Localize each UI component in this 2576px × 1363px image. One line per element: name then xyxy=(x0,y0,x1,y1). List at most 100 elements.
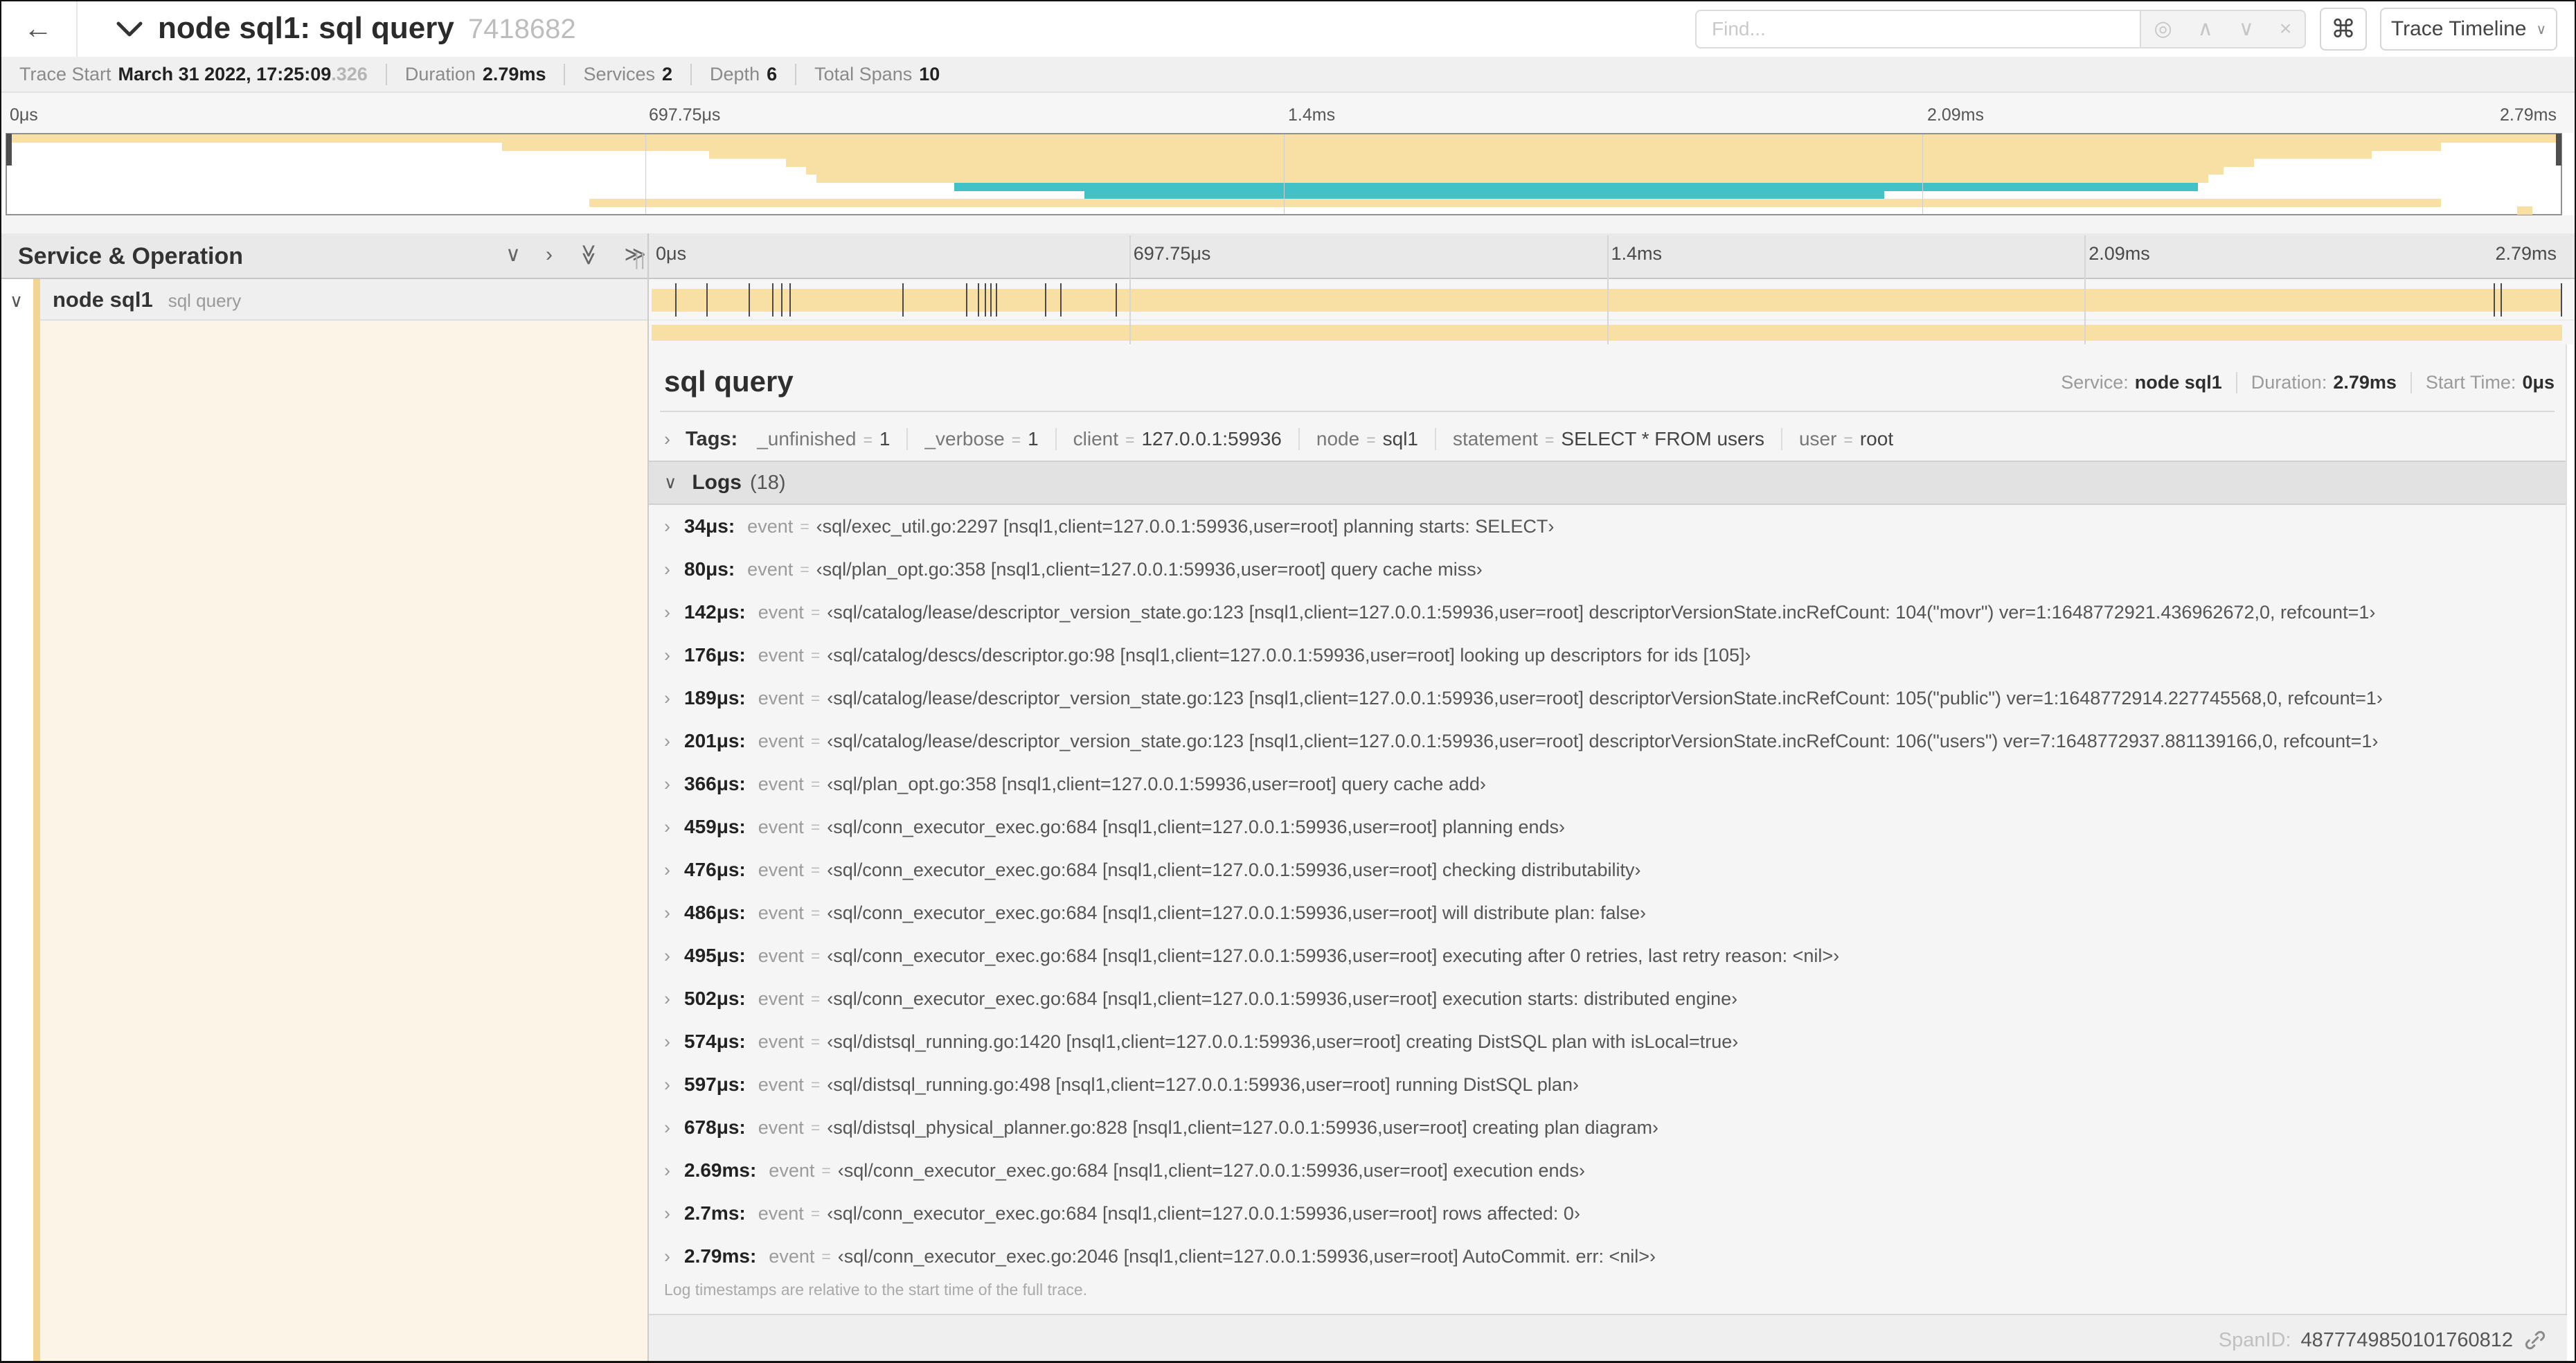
log-marker-tick xyxy=(1116,283,1118,317)
span-id-label: SpanID: xyxy=(2218,1328,2291,1351)
log-row[interactable]: › 597μs: event = ‹sql/distsql_running.go… xyxy=(664,1063,2555,1106)
chevron-right-icon[interactable]: › xyxy=(664,429,670,450)
chevron-right-icon[interactable]: › xyxy=(664,1203,670,1224)
collapse-all-icon[interactable]: ≫ xyxy=(578,244,600,265)
viewport-scrubber-right[interactable] xyxy=(2556,134,2561,166)
log-row[interactable]: › 486μs: event = ‹sql/conn_executor_exec… xyxy=(664,891,2555,934)
find-input[interactable] xyxy=(1695,10,2140,48)
log-timestamp: 495μs: xyxy=(684,945,746,966)
log-rows: › 34μs: event = ‹sql/exec_util.go:2297 [… xyxy=(664,505,2555,1278)
log-timestamp: 80μs: xyxy=(684,558,735,580)
log-row[interactable]: › 502μs: event = ‹sql/conn_executor_exec… xyxy=(664,977,2555,1020)
log-row[interactable]: › 366μs: event = ‹sql/plan_opt.go:358 [n… xyxy=(664,763,2555,805)
log-field-name: event xyxy=(758,816,804,837)
deep-link-icon[interactable] xyxy=(2523,1328,2548,1353)
log-field-name: event xyxy=(769,1159,815,1181)
tick-label: 2.79ms xyxy=(2500,105,2557,125)
page-title[interactable]: node sql1: sql query 7418682 xyxy=(158,11,576,46)
chevron-right-icon[interactable]: › xyxy=(664,945,670,967)
tags-row[interactable]: › Tags: _unfinished = 1 _verbose = 1 cli… xyxy=(664,419,2555,459)
next-match-icon[interactable]: ∨ xyxy=(2239,19,2254,39)
span-service-name[interactable]: node sql1 sql query xyxy=(53,287,241,312)
chevron-right-icon[interactable]: › xyxy=(664,988,670,1010)
log-row[interactable]: › 2.69ms: event = ‹sql/conn_executor_exe… xyxy=(664,1149,2555,1192)
chevron-right-icon[interactable]: › xyxy=(664,1160,670,1182)
log-field-name: event xyxy=(758,644,804,666)
detail-operation-title: sql query xyxy=(664,365,794,398)
logs-section-header[interactable]: ∨ Logs (18) xyxy=(649,461,2566,505)
keyboard-shortcuts-button[interactable]: ⌘ xyxy=(2320,8,2367,51)
log-row[interactable]: › 34μs: event = ‹sql/exec_util.go:2297 [… xyxy=(664,505,2555,548)
prev-match-icon[interactable]: ∧ xyxy=(2198,19,2213,39)
log-marker-tick xyxy=(2494,283,2496,317)
summary-value: node sql1 xyxy=(2134,372,2222,393)
match-highlight-icon[interactable]: ◎ xyxy=(2154,19,2172,39)
log-row[interactable]: › 678μs: event = ‹sql/distsql_physical_p… xyxy=(664,1106,2555,1149)
summary-label: Duration: xyxy=(2251,372,2327,393)
meta-value: March 31 2022, 17:25:09 xyxy=(118,63,332,84)
collapse-one-icon[interactable]: ∨ xyxy=(506,244,521,265)
chevron-right-icon[interactable]: › xyxy=(664,688,670,709)
trace-meta-item: Trace Start March 31 2022, 17:25:09 .326 xyxy=(19,64,368,85)
log-row[interactable]: › 459μs: event = ‹sql/conn_executor_exec… xyxy=(664,805,2555,848)
meta-label: Services xyxy=(583,63,655,84)
log-row[interactable]: › 176μs: event = ‹sql/catalog/descs/desc… xyxy=(664,634,2555,677)
log-row[interactable]: › 201μs: event = ‹sql/catalog/lease/desc… xyxy=(664,720,2555,763)
clear-find-icon[interactable]: × xyxy=(2280,19,2292,39)
chevron-right-icon[interactable]: › xyxy=(664,774,670,795)
log-row[interactable]: › 495μs: event = ‹sql/conn_executor_exec… xyxy=(664,934,2555,977)
log-row[interactable]: › 574μs: event = ‹sql/distsql_running.go… xyxy=(664,1020,2555,1063)
tick-label: 0μs xyxy=(656,243,687,264)
logs-note: Log timestamps are relative to the start… xyxy=(664,1281,1088,1299)
chevron-right-icon[interactable]: › xyxy=(664,602,670,623)
span-collapse-icon[interactable]: ∨ xyxy=(10,290,23,312)
trace-view-selector[interactable]: Trace Timeline ∨ xyxy=(2380,8,2557,51)
log-field-name: event xyxy=(758,1202,804,1224)
trace-collapse-icon[interactable] xyxy=(116,21,143,41)
tag-value: sql1 xyxy=(1382,428,1418,449)
trace-timeline-minimap[interactable] xyxy=(6,133,2562,215)
chevron-right-icon[interactable]: › xyxy=(664,516,670,537)
log-equals: = xyxy=(810,1118,821,1137)
log-row[interactable]: › 80μs: event = ‹sql/plan_opt.go:358 [ns… xyxy=(664,548,2555,591)
log-row[interactable]: › 2.7ms: event = ‹sql/conn_executor_exec… xyxy=(664,1192,2555,1235)
chevron-down-icon[interactable]: ∨ xyxy=(664,472,677,493)
log-value: ‹sql/catalog/lease/descriptor_version_st… xyxy=(827,601,2376,623)
span-row-left[interactable]: ∨ node sql1 sql query xyxy=(0,279,647,321)
log-field-name: event xyxy=(758,902,804,923)
expand-one-icon[interactable]: › xyxy=(546,244,553,265)
chevron-right-icon[interactable]: › xyxy=(664,902,670,924)
log-row[interactable]: › 2.79ms: event = ‹sql/conn_executor_exe… xyxy=(664,1235,2555,1278)
log-timestamp: 34μs: xyxy=(684,515,735,537)
column-resizer[interactable]: || xyxy=(634,249,647,270)
log-field-name: event xyxy=(758,945,804,966)
chevron-right-icon[interactable]: › xyxy=(664,1117,670,1139)
span-bar-row[interactable] xyxy=(649,279,2576,321)
chevron-right-icon[interactable]: › xyxy=(664,859,670,881)
tags-label: Tags: xyxy=(686,427,738,450)
log-row[interactable]: › 189μs: event = ‹sql/catalog/lease/desc… xyxy=(664,677,2555,720)
chevron-right-icon[interactable]: › xyxy=(664,731,670,752)
log-equals: = xyxy=(810,903,821,922)
title-bar: ← node sql1: sql query7418682 ◎ ∧ ∨ × ⌘ … xyxy=(0,0,2576,57)
viewport-scrubber-left[interactable] xyxy=(6,134,12,166)
column-divider[interactable] xyxy=(647,233,649,1363)
chevron-right-icon[interactable]: › xyxy=(664,817,670,838)
log-field-name: event xyxy=(747,515,794,537)
chevron-right-icon[interactable]: › xyxy=(664,1246,670,1267)
back-button[interactable]: ← xyxy=(0,0,78,57)
log-timestamp: 176μs: xyxy=(684,644,746,666)
log-row[interactable]: › 476μs: event = ‹sql/conn_executor_exec… xyxy=(664,848,2555,891)
meta-suffix: .326 xyxy=(331,63,368,84)
logs-label: Logs xyxy=(692,471,742,494)
tag-item: user = root xyxy=(1780,428,1893,450)
chevron-right-icon[interactable]: › xyxy=(664,1031,670,1053)
log-timestamp: 486μs: xyxy=(684,902,746,923)
chevron-right-icon[interactable]: › xyxy=(664,645,670,666)
chevron-right-icon[interactable]: › xyxy=(664,559,670,580)
tick-label: 2.79ms xyxy=(2495,243,2557,264)
log-value: ‹sql/conn_executor_exec.go:2046 [nsql1,c… xyxy=(837,1245,1656,1267)
tag-equals: = xyxy=(1843,431,1853,449)
chevron-right-icon[interactable]: › xyxy=(664,1074,670,1096)
log-row[interactable]: › 142μs: event = ‹sql/catalog/lease/desc… xyxy=(664,591,2555,634)
